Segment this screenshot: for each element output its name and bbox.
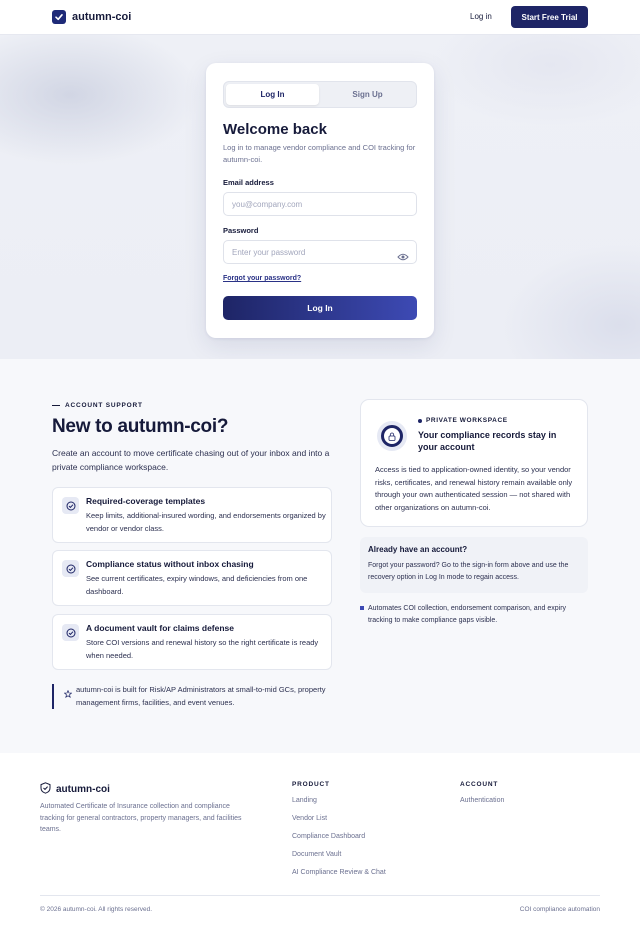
footer-heading-product: PRODUCT <box>292 781 330 788</box>
show-password-eye-icon[interactable] <box>397 248 409 261</box>
feature-card: A document vault for claims defense Stor… <box>52 614 332 670</box>
account-support-section: ACCOUNT SUPPORT New to autumn-coi? Creat… <box>0 359 640 753</box>
section-title: New to autumn-coi? <box>52 416 229 437</box>
eyebrow-label: ACCOUNT SUPPORT <box>65 402 143 409</box>
footer-description: Automated Certificate of Insurance colle… <box>40 803 242 833</box>
feature-title: Required-coverage templates <box>86 496 206 506</box>
footer-brand-name: autumn-coi <box>56 784 110 795</box>
section-eyebrow: ACCOUNT SUPPORT <box>52 402 143 409</box>
have-account-body: Forgot your password? Go to the sign-in … <box>368 562 569 581</box>
feature-description: See current certificates, expiry windows… <box>86 574 308 596</box>
feature-title: A document vault for claims defense <box>86 623 234 633</box>
have-account-card: Already have an account? Forgot your pas… <box>360 537 588 593</box>
feature-description: Store COI versions and renewal history s… <box>86 638 319 660</box>
footer-divider <box>40 895 600 896</box>
forgot-password-link[interactable]: Forgot your password? <box>223 275 301 282</box>
brand[interactable]: autumn-coi <box>52 10 131 24</box>
auth-card: Log In Sign Up Welcome back Log in to ma… <box>206 63 434 338</box>
footer-link-compliance-dashboard[interactable]: Compliance Dashboard <box>292 833 365 840</box>
start-free-trial-button[interactable]: Start Free Trial <box>511 6 588 28</box>
automation-note-text: Automates COI collection, endorsement co… <box>368 605 567 624</box>
workspace-eyebrow: PRIVATE WORKSPACE <box>418 417 508 424</box>
footer-heading-account: ACCOUNT <box>460 781 499 788</box>
log-in-submit-button[interactable]: Log In <box>223 296 417 320</box>
background-blob <box>430 35 640 125</box>
page-title: Welcome back <box>223 121 327 138</box>
bullet-dot <box>418 418 422 423</box>
background-blob <box>500 245 640 359</box>
background-blob <box>0 35 200 165</box>
eyebrow-dash <box>52 405 60 406</box>
square-bullet-icon <box>360 606 364 610</box>
star-icon <box>63 685 73 698</box>
lock-ring-icon <box>381 425 403 447</box>
quote-text: autumn-coi is built for Risk/AP Administ… <box>76 685 326 707</box>
auth-subtitle: Log in to manage vendor compliance and C… <box>223 143 416 164</box>
workspace-badge <box>377 421 407 451</box>
tab-sign-up[interactable]: Sign Up <box>321 84 414 105</box>
footer-brand[interactable]: autumn-coi <box>40 782 110 797</box>
workspace-title: Your compliance records stay in your acc… <box>418 430 557 452</box>
check-circle-icon <box>62 560 79 577</box>
footer-link-document-vault[interactable]: Document Vault <box>292 851 341 858</box>
footer-tagline: COI compliance automation <box>519 906 600 913</box>
login-link[interactable]: Log in <box>470 12 492 21</box>
auth-tabs: Log In Sign Up <box>223 81 417 108</box>
footer-link-vendor-list[interactable]: Vendor List <box>292 815 327 822</box>
check-circle-icon <box>62 624 79 641</box>
email-label: Email address <box>223 178 274 187</box>
automation-note: Automates COI collection, endorsement co… <box>360 603 588 627</box>
feature-card: Compliance status without inbox chasing … <box>52 550 332 606</box>
footer-copyright: © 2026 autumn-coi. All rights reserved. <box>40 906 153 913</box>
check-logo-icon <box>52 10 66 24</box>
private-workspace-card: PRIVATE WORKSPACE Your compliance record… <box>360 399 588 527</box>
workspace-body: Access is tied to application-owned iden… <box>375 465 573 512</box>
feature-title: Compliance status without inbox chasing <box>86 559 254 569</box>
audience-quote: autumn-coi is built for Risk/AP Administ… <box>52 684 332 709</box>
check-circle-icon <box>62 497 79 514</box>
site-header: autumn-coi Log in Start Free Trial <box>0 0 640 35</box>
feature-description: Keep limits, additional-insured wording,… <box>86 511 326 533</box>
feature-card: Required-coverage templates Keep limits,… <box>52 487 332 543</box>
workspace-eyebrow-label: PRIVATE WORKSPACE <box>426 417 508 424</box>
footer-link-authentication[interactable]: Authentication <box>460 797 504 804</box>
tab-log-in[interactable]: Log In <box>226 84 319 105</box>
brand-name: autumn-coi <box>72 11 132 23</box>
password-label: Password <box>223 226 259 235</box>
email-field[interactable] <box>223 192 417 216</box>
footer-link-landing[interactable]: Landing <box>292 797 317 804</box>
have-account-title: Already have an account? <box>368 545 468 554</box>
site-footer: autumn-coi Automated Certificate of Insu… <box>0 753 640 930</box>
section-lead: Create an account to move certificate ch… <box>52 448 330 472</box>
shield-check-icon <box>40 782 51 797</box>
password-field[interactable] <box>223 240 417 264</box>
footer-link-ai-review-chat[interactable]: AI Compliance Review & Chat <box>292 869 386 876</box>
